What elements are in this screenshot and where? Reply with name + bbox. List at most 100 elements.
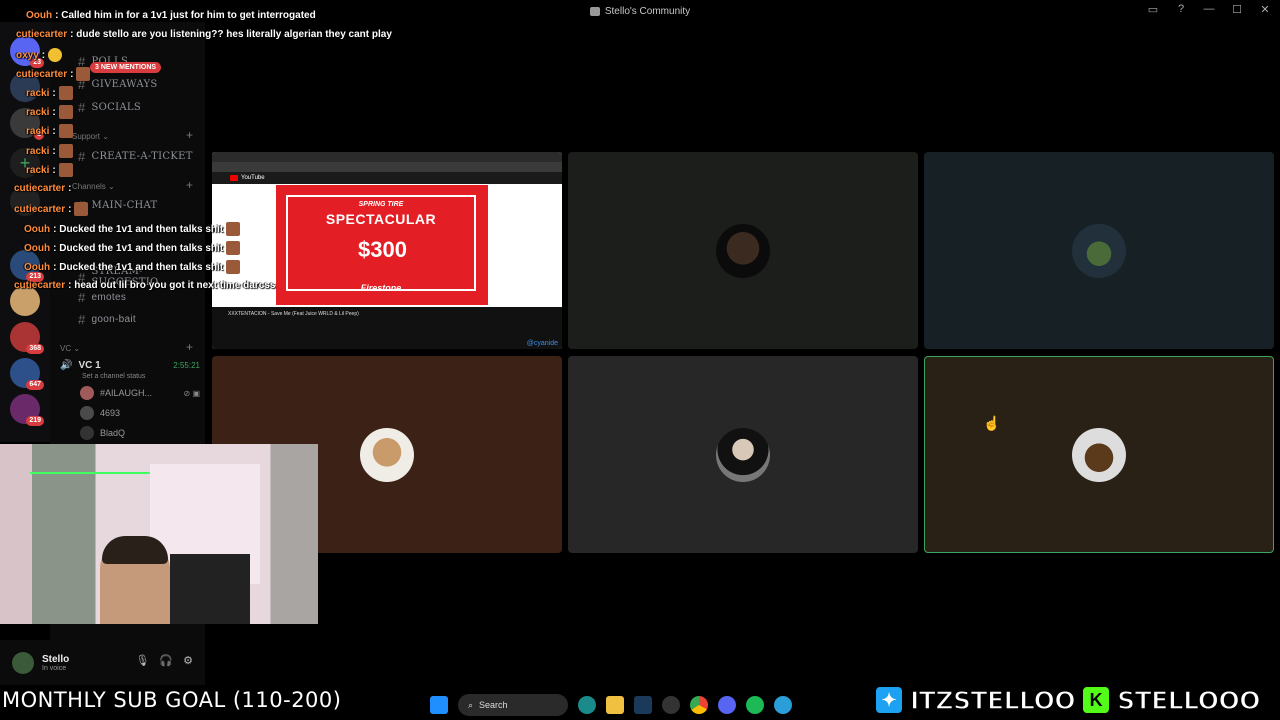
emote-icon <box>58 163 73 177</box>
telegram-icon[interactable] <box>774 696 792 714</box>
chat-message: racki: <box>26 124 73 138</box>
emote-icon <box>226 260 241 274</box>
window-controls: ▭ ? — ☐ ✕ <box>1146 3 1272 16</box>
avatar[interactable] <box>12 651 34 674</box>
emote-icon <box>58 124 73 138</box>
chat-text: : Called him in for a 1v1 just for him t… <box>55 10 316 21</box>
hash-icon: # <box>78 100 86 115</box>
chat-username: racki <box>26 145 50 157</box>
voice-channel[interactable]: 🔊 VC 1 2:55:21 Set a channel status #AIL… <box>60 360 200 440</box>
server-icon[interactable]: 647 <box>10 358 44 390</box>
chat-username: Oouh <box>24 242 51 254</box>
speaker-icon: 🔊 <box>60 360 73 371</box>
edge-icon[interactable] <box>578 696 596 714</box>
video-info: XXXTENTACION - Save Me (Feat Juice WRLD … <box>212 307 562 349</box>
twitter-handle: ITZSTELLOO <box>909 685 1076 716</box>
chat-message: Oouh: Called him in for a 1v1 just for h… <box>26 10 316 21</box>
help-icon[interactable]: ? <box>1174 3 1188 16</box>
user-name: Stello <box>42 653 70 665</box>
chat-username: Oouh <box>24 261 51 273</box>
add-channel-icon[interactable]: + <box>186 340 193 354</box>
server-icon[interactable]: 368 <box>10 322 44 354</box>
emote-icon <box>58 105 73 119</box>
chat-username: Oouh <box>24 223 51 235</box>
maximize-button[interactable]: ☐ <box>1230 3 1244 16</box>
chat-text: : <box>52 87 56 99</box>
obs-icon[interactable] <box>662 696 680 714</box>
chat-text: : <box>52 164 56 176</box>
chat-username: racki <box>26 164 50 176</box>
emote-icon <box>226 222 241 236</box>
taskbar-search[interactable]: ⌕ Search <box>458 694 568 716</box>
windows-start-icon[interactable] <box>430 696 448 714</box>
kick-handle: STELLOOO <box>1116 685 1261 716</box>
chat-text: : <box>52 145 56 157</box>
add-channel-icon[interactable]: + <box>186 178 193 192</box>
chat-message: Oouh: Ducked the 1v1 and then talks shit <box>24 241 241 255</box>
chat-text: : <box>52 125 56 137</box>
chat-username: Oouh <box>26 10 53 21</box>
sub-goal-overlay: MONTHLY SUB GOAL (110-200) <box>2 688 342 712</box>
chat-username: cutiecarter <box>16 29 68 40</box>
add-channel-icon[interactable]: + <box>186 128 193 142</box>
video-tile[interactable] <box>924 152 1274 349</box>
microphone-icon[interactable]: 🎙 <box>135 654 149 667</box>
window-title: Stello's Community <box>589 5 691 17</box>
category-support[interactable]: Support ⌄ <box>72 132 109 141</box>
close-button[interactable]: ✕ <box>1258 3 1272 16</box>
chat-username: cutiecarter <box>14 203 66 215</box>
chrome-icon[interactable] <box>690 696 708 714</box>
voice-user[interactable]: 4693 <box>80 406 200 420</box>
user-controls: 🎙 🎧 ⚙ <box>135 654 193 667</box>
file-explorer-icon[interactable] <box>606 696 624 714</box>
user-info[interactable]: Stello In voice <box>42 654 69 672</box>
chat-text: : <box>68 183 72 194</box>
channel-emotes[interactable]: # emotes <box>78 290 126 305</box>
channel-create-a-ticket[interactable]: # CREATE-A-TICKET <box>78 149 193 164</box>
ad-banner: SPRING TIRE SPECTACULAR $300 Firestone <box>286 195 476 293</box>
channel-label: CREATE-A-TICKET <box>91 151 193 162</box>
browser-urlbar <box>212 162 562 172</box>
channel-label: emotes <box>91 292 127 303</box>
chat-message: racki: <box>26 163 73 177</box>
server-badge: 368 <box>26 344 44 354</box>
voice-user-name: BladQ <box>100 428 126 438</box>
video-player[interactable]: SPRING TIRE SPECTACULAR $300 Firestone <box>276 185 488 305</box>
settings-gear-icon[interactable]: ⚙ <box>183 654 193 667</box>
youtube-icon <box>230 175 238 181</box>
chat-message: Oouh: Ducked the 1v1 and then talks shit <box>24 260 241 274</box>
emote-icon <box>74 202 89 216</box>
steam-icon[interactable] <box>634 696 652 714</box>
category-channels[interactable]: Channels ⌄ <box>72 182 115 191</box>
category-label: Support <box>72 132 101 141</box>
chat-message: cutiecarter: <box>14 183 71 194</box>
search-icon: ⌕ <box>468 699 474 710</box>
avatar <box>1072 427 1126 482</box>
channel-socials[interactable]: # SOCIALS <box>78 100 141 115</box>
chat-text: : <box>41 49 46 61</box>
voice-user[interactable]: #AILAUGH... ⊘ ▣ <box>80 386 200 400</box>
headphones-icon[interactable]: 🎧 <box>159 654 173 667</box>
screenshare-tile[interactable]: YouTube SPRING TIRE SPECTACULAR $300 Fir… <box>212 152 562 349</box>
voice-user[interactable]: BladQ <box>80 426 200 440</box>
video-tile[interactable] <box>568 152 918 349</box>
channel-goon-bait[interactable]: # goon-bait <box>78 312 136 327</box>
new-mentions-badge[interactable]: 3 NEW MENTIONS <box>90 62 162 73</box>
emote-icon <box>48 48 63 62</box>
video-tile-speaking[interactable] <box>924 356 1274 553</box>
browser-tabbar <box>212 152 562 162</box>
spotify-icon[interactable] <box>746 696 764 714</box>
discord-taskbar-icon[interactable] <box>718 696 736 714</box>
avatar <box>80 406 94 420</box>
youtube-label: YouTube <box>241 175 265 181</box>
inbox-icon[interactable]: ▭ <box>1146 3 1160 16</box>
channel-status[interactable]: Set a channel status <box>82 373 200 380</box>
server-icon[interactable]: 219 <box>10 394 44 426</box>
video-tile[interactable] <box>568 356 918 553</box>
channel-main-chat[interactable]: #MAIN-CHAT <box>78 198 158 213</box>
channel-label: goon-bait <box>91 314 136 325</box>
minimize-button[interactable]: — <box>1202 3 1216 16</box>
window-title-text: Stello's Community <box>604 5 691 17</box>
chat-text: : Ducked the 1v1 and then talks shit <box>53 242 224 254</box>
category-vc[interactable]: VC ⌄ <box>60 344 80 353</box>
